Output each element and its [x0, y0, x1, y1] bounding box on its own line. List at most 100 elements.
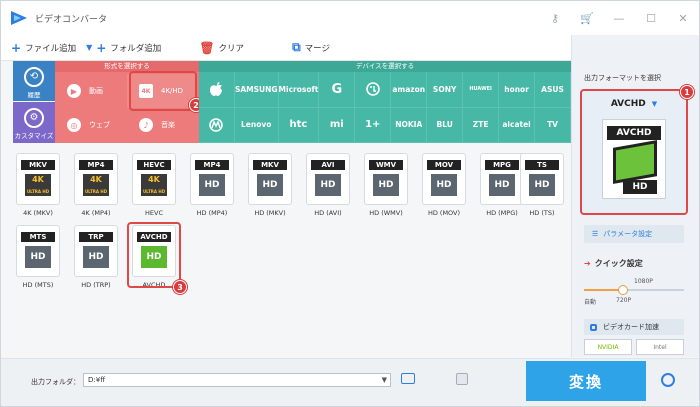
device-htc[interactable]: htc	[278, 107, 320, 143]
device-amazon[interactable]: amazon	[391, 72, 428, 108]
app-logo-icon	[11, 11, 27, 25]
cart-icon[interactable]: 🛒	[571, 1, 603, 35]
device-lenovo[interactable]: Lenovo	[234, 107, 279, 143]
tile-4k-mkv[interactable]: MKV 4K ULTRA HD 4K (MKV)	[13, 153, 63, 223]
maximize-button[interactable]: ☐	[635, 1, 667, 35]
device-microsoft[interactable]: Microsoft	[278, 72, 320, 108]
tile-hd-wmv[interactable]: WMV HD HD (WMV)	[361, 153, 411, 223]
clear-button[interactable]: 🗑 クリア	[199, 41, 244, 55]
device-blu[interactable]: BLU	[427, 107, 464, 143]
title-bar: ビデオコンバータ ⚷ 🛒 — ☐ ✕	[1, 1, 699, 35]
merge-icon: ⧉	[292, 40, 301, 54]
tile-ext: HEVC	[137, 160, 171, 170]
device-honor[interactable]: honor	[499, 72, 536, 108]
speaker-icon: ♪	[139, 118, 153, 132]
chevron-down-icon[interactable]: ▼	[382, 374, 387, 386]
highlight-avchd	[127, 222, 181, 288]
tile-hd-mov[interactable]: MOV HD HD (MOV)	[419, 153, 469, 223]
tile-hd-ts[interactable]: TS HD HD (TS)	[517, 153, 567, 223]
slider-auto-label: 自動	[584, 299, 597, 306]
slider-fill	[584, 289, 620, 291]
dropdown-icon: ▼	[86, 43, 93, 52]
merge-button[interactable]: ⧉ マージ	[292, 40, 330, 55]
device-apple[interactable]	[199, 72, 235, 108]
add-file-button[interactable]: + ファイル追加	[11, 41, 76, 55]
merge-output-icon[interactable]	[456, 373, 468, 385]
history-tab[interactable]: ⟲ 履歴	[13, 61, 55, 101]
slider-knob[interactable]	[618, 285, 628, 295]
convert-button[interactable]: 変換	[526, 361, 646, 401]
tile-ext: WMV	[369, 160, 403, 170]
tile-hd-mkv[interactable]: MKV HD HD (MKV)	[245, 153, 295, 223]
device-google[interactable]: G	[319, 72, 356, 108]
output-panel: 出力フォーマットを選択 AVCHD ▼ AVCHD HD 1 ☰ パラメータ設定 ➔…	[571, 35, 699, 357]
quick-settings-title: ➔ クイック設定	[584, 258, 643, 269]
tile-4k-mp4[interactable]: MP4 4K ULTRA HD 4K (MP4)	[71, 153, 121, 223]
add-file-label: ファイル追加	[25, 43, 77, 54]
tile-ext: MP4	[79, 160, 113, 170]
tile-label: HD (TRP)	[81, 281, 111, 289]
device-header: デバイスを選択する	[199, 61, 571, 72]
custom-tab[interactable]: ⚙ カスタマイズ	[13, 102, 55, 143]
folder-icon[interactable]	[401, 373, 415, 384]
device-zte[interactable]: ZTE	[463, 107, 500, 143]
tile-badge: 4K ULTRA HD	[83, 174, 109, 196]
tile-badge: HD	[25, 246, 51, 268]
add-folder-button[interactable]: ▼ + フォルダ追加	[86, 41, 161, 55]
chevron-down-icon[interactable]: ▼	[652, 100, 657, 108]
key-icon[interactable]: ⚷	[539, 1, 571, 35]
device-motorola[interactable]	[199, 107, 235, 143]
apple-icon	[210, 82, 223, 97]
tile-icon: MOV HD	[422, 153, 466, 205]
sliders-icon: ☰	[592, 230, 599, 238]
tile-label: HD (AVI)	[314, 209, 342, 217]
close-button[interactable]: ✕	[667, 1, 699, 35]
tile-hd-mp4[interactable]: MP4 HD HD (MP4)	[187, 153, 237, 223]
hd-icon-label: HD	[623, 180, 657, 194]
tile-badge: 4K ULTRA HD	[141, 174, 167, 196]
device-alcatel[interactable]: alcatel	[499, 107, 536, 143]
device-xiaomi[interactable]: mi	[319, 107, 356, 143]
parameter-settings-button[interactable]: ☰ パラメータ設定	[584, 225, 684, 243]
device-lg[interactable]	[355, 72, 392, 108]
tile-label: HD (MTS)	[22, 281, 54, 289]
tile-ext: MOV	[427, 160, 461, 170]
nvidia-chip: NVIDIA	[584, 339, 632, 355]
device-samsung[interactable]: SAMSUNG	[234, 72, 279, 108]
settings-icon: ⚙	[24, 108, 44, 128]
gpu-accel-toggle[interactable]: ビデオカード加速	[584, 319, 684, 335]
tile-ext: MKV	[21, 160, 55, 170]
output-folder-path: D:¥ff	[88, 376, 106, 384]
device-huawei[interactable]: HUAWEI	[463, 72, 500, 108]
tile-hevc[interactable]: HEVC 4K ULTRA HD HEVC	[129, 153, 179, 223]
format-music[interactable]: ♪ 音楽	[127, 108, 195, 142]
tile-label: HD (MP4)	[196, 209, 228, 217]
history-label: 履歴	[27, 91, 41, 99]
tile-hd-avi[interactable]: AVI HD HD (AVI)	[303, 153, 353, 223]
slider-720p-label: 720P	[616, 297, 632, 304]
intel-chip: Intel	[636, 339, 684, 355]
tile-ext: MPG	[485, 160, 519, 170]
tile-icon: MKV HD	[248, 153, 292, 205]
tile-ext: TRP	[79, 232, 113, 242]
device-sony[interactable]: SONY	[427, 72, 464, 108]
format-label: ウェブ	[89, 121, 110, 129]
tile-icon: MKV 4K ULTRA HD	[16, 153, 60, 205]
film-strip-icon	[613, 140, 657, 184]
format-web[interactable]: ◎ ウェブ	[55, 108, 123, 142]
device-grid: SAMSUNG Microsoft G amazon SONY HUAWEI h…	[199, 72, 571, 143]
device-nokia[interactable]: NOKIA	[391, 107, 428, 143]
device-tv[interactable]: TV	[535, 107, 571, 143]
custom-label: カスタマイズ	[14, 132, 54, 140]
output-format-selector[interactable]: AVCHD ▼ AVCHD HD	[580, 89, 688, 215]
quality-slider[interactable]	[584, 285, 684, 295]
output-format-name-row: AVCHD ▼	[582, 99, 686, 109]
tile-hd-trp[interactable]: TRP HD HD (TRP)	[71, 225, 121, 295]
device-oneplus[interactable]: 1+	[355, 107, 392, 143]
output-folder-input[interactable]: D:¥ff ▼	[83, 373, 391, 387]
tile-hd-mts[interactable]: MTS HD HD (MTS)	[13, 225, 63, 295]
format-video[interactable]: ▶ 動画	[55, 74, 123, 108]
device-asus[interactable]: ASUS	[535, 72, 571, 108]
alarm-clock-icon[interactable]	[661, 373, 675, 387]
minimize-button[interactable]: —	[603, 1, 635, 35]
